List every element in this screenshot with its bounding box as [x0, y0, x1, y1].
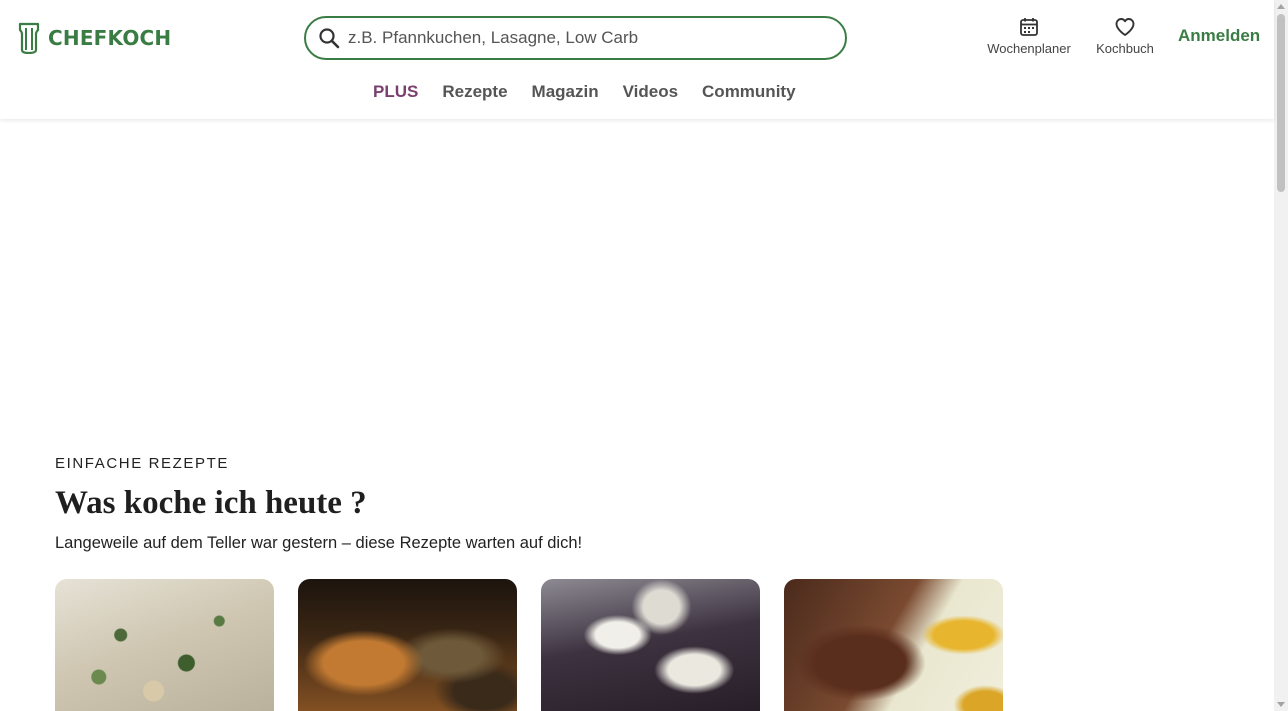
search-input[interactable] — [348, 23, 828, 53]
nav-item-plus[interactable]: PLUS — [373, 82, 418, 106]
search-bar[interactable] — [304, 16, 847, 60]
chef-hat-icon — [18, 22, 40, 54]
recipe-card-image[interactable] — [298, 579, 517, 711]
main-navigation: PLUS Rezepte Magazin Videos Community — [373, 82, 820, 106]
search-icon[interactable] — [318, 27, 340, 49]
wochenplaner-label: Wochenplaner — [987, 41, 1071, 56]
section-subtitle: Langeweile auf dem Teller war gestern – … — [55, 534, 583, 552]
chefkoch-logo[interactable]: CHEFKOCH — [16, 22, 171, 54]
section-title: Was koche ich heute ? — [55, 485, 367, 521]
scroll-thumb[interactable] — [1277, 14, 1285, 192]
recipe-card-image[interactable] — [55, 579, 274, 711]
scroll-up-arrow-icon[interactable] — [1277, 4, 1285, 9]
logo-text: CHEFKOCH — [48, 26, 172, 50]
section-eyebrow: EINFACHE REZEPTE — [55, 455, 229, 472]
kochbuch-label: Kochbuch — [1096, 41, 1154, 56]
kochbuch-button[interactable]: Kochbuch — [1095, 16, 1155, 60]
vertical-scrollbar[interactable] — [1274, 0, 1288, 711]
wochenplaner-button[interactable]: Wochenplaner — [986, 16, 1072, 60]
calendar-icon — [1020, 18, 1038, 36]
heart-icon — [1115, 18, 1135, 36]
recipe-card-row — [55, 579, 1003, 711]
scroll-down-arrow-icon[interactable] — [1277, 702, 1285, 707]
page: CHEFKOCH Wochenplaner — [0, 0, 1288, 711]
nav-item-videos[interactable]: Videos — [623, 82, 678, 106]
site-header: CHEFKOCH Wochenplaner — [0, 0, 1274, 119]
nav-item-community[interactable]: Community — [702, 82, 796, 106]
login-link[interactable]: Anmelden — [1178, 26, 1260, 46]
recipe-card-image[interactable] — [541, 579, 760, 711]
nav-item-rezepte[interactable]: Rezepte — [442, 82, 507, 106]
recipe-card-image[interactable] — [784, 579, 1003, 711]
nav-item-magazin[interactable]: Magazin — [532, 82, 599, 106]
